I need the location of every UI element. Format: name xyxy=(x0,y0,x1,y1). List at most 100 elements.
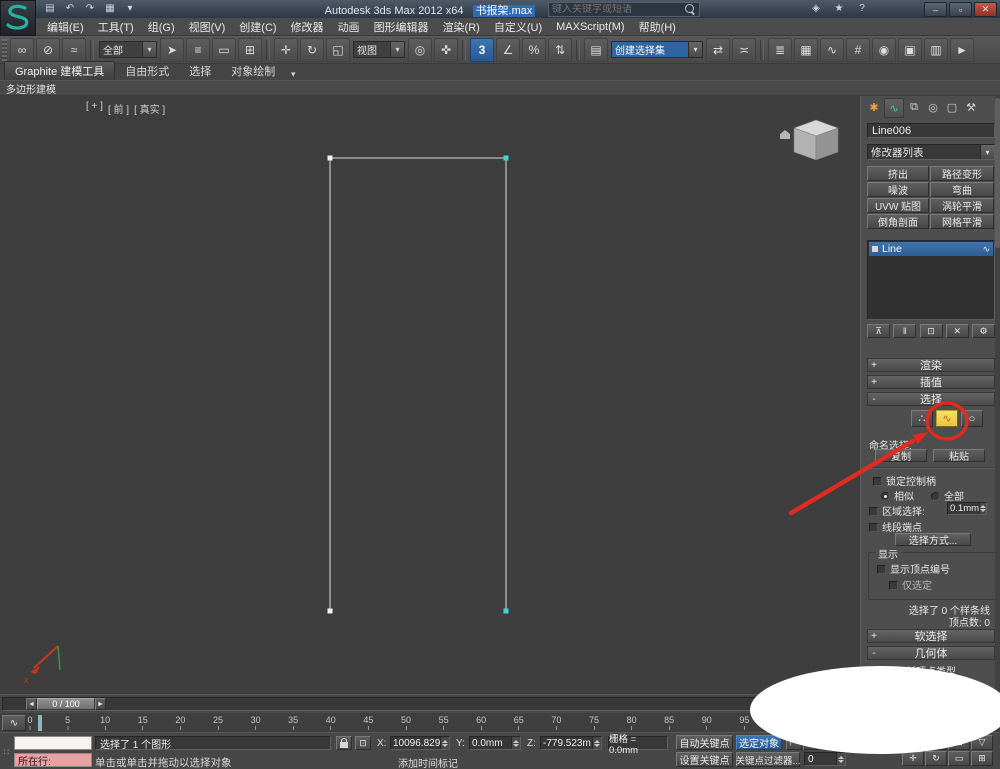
spinner-arrows-icon[interactable] xyxy=(440,737,449,749)
panel-tab-display[interactable]: ▢ xyxy=(943,98,961,116)
close-button[interactable]: ✕ xyxy=(974,2,997,17)
curve-editor-icon[interactable]: ∿ xyxy=(820,37,844,62)
paste-button[interactable]: 粘贴 xyxy=(933,449,985,463)
subobject-vertex-button[interactable]: ∴ xyxy=(911,410,933,427)
key-filters-button[interactable]: 关键点过滤器... xyxy=(736,752,800,767)
subobject-segment-button[interactable]: ∿ xyxy=(936,410,958,427)
menu-item[interactable]: 创建(C) xyxy=(232,18,283,35)
selected-mode-dropdown[interactable]: 选定对象 xyxy=(736,735,782,750)
similar-radio[interactable]: 相似 xyxy=(881,488,914,503)
y-coordinate-field[interactable]: 0.0mm xyxy=(469,736,521,750)
scrollbar-thumb[interactable] xyxy=(995,98,1000,248)
show-end-result-icon[interactable]: ‖ xyxy=(893,324,917,338)
window-crossing-icon[interactable]: ⊞ xyxy=(238,37,262,62)
expand-icon[interactable]: + xyxy=(868,360,880,371)
time-slider-handle[interactable]: ◄ 0 / 100 ► xyxy=(26,698,106,710)
select-and-link-icon[interactable]: ∞ xyxy=(10,37,34,62)
modifier-set-button[interactable]: 弯曲 xyxy=(930,182,994,197)
panel-tab-hierarchy[interactable]: ⧉ xyxy=(905,98,923,116)
minimize-button[interactable]: – xyxy=(924,2,947,17)
area-selection-checkbox[interactable]: 区域选择: xyxy=(869,503,925,518)
expand-icon[interactable]: + xyxy=(868,631,880,642)
selection-lock-toggle[interactable] xyxy=(336,736,352,750)
auto-key-button[interactable]: 自动关键点 xyxy=(676,735,733,750)
add-time-tag[interactable]: 添加时间标记 xyxy=(398,755,458,769)
rectangular-selection-region-icon[interactable]: ▭ xyxy=(212,37,236,62)
menu-item[interactable]: 编辑(E) xyxy=(40,18,91,35)
area-threshold-spinner[interactable]: 0.1mm xyxy=(947,502,987,515)
graphite-ribbon-toggle-icon[interactable]: ▦ xyxy=(794,37,818,62)
unlink-selection-icon[interactable]: ⊘ xyxy=(36,37,60,62)
menu-item[interactable]: 工具(T) xyxy=(91,18,141,35)
render-setup-icon[interactable]: ▣ xyxy=(898,37,922,62)
ribbon-tab[interactable]: 自由形式 xyxy=(115,62,179,80)
search-icon[interactable] xyxy=(685,4,694,13)
panel-tab-modify[interactable]: ∿ xyxy=(884,98,904,118)
spinner-arrows-icon[interactable] xyxy=(836,753,845,765)
modifier-set-button[interactable]: UVW 贴图 xyxy=(867,198,929,213)
menu-item[interactable]: 视图(V) xyxy=(182,18,233,35)
menu-item[interactable]: 组(G) xyxy=(141,18,182,35)
panel-tab-utilities[interactable]: ⚒ xyxy=(962,98,980,116)
z-coordinate-field[interactable]: -779.523m xyxy=(540,736,602,750)
time-slider-track[interactable] xyxy=(2,697,856,711)
select-and-scale-icon[interactable]: ◱ xyxy=(326,37,350,62)
menu-item[interactable]: 帮助(H) xyxy=(632,18,683,35)
select-by-button[interactable]: 选择方式... xyxy=(895,533,971,547)
chevron-down-icon[interactable]: ▾ xyxy=(390,42,404,57)
layer-manager-icon[interactable]: ≣ xyxy=(768,37,792,62)
modifier-set-button[interactable]: 路径变形 xyxy=(930,166,994,181)
menu-item[interactable]: 渲染(R) xyxy=(436,18,487,35)
copy-button[interactable]: 复制 xyxy=(875,449,927,463)
x-coordinate-field[interactable]: 10096.829 xyxy=(390,736,450,750)
ribbon-tab[interactable]: 对象绘制 xyxy=(221,62,285,80)
current-frame-marker[interactable] xyxy=(38,715,42,731)
panel-tab-create[interactable]: ✱ xyxy=(865,98,883,116)
collapse-icon[interactable]: - xyxy=(868,648,880,659)
spinner-arrows-icon[interactable] xyxy=(979,503,987,514)
search-input[interactable] xyxy=(549,4,683,15)
modifier-stack-item-line[interactable]: Line ∿ xyxy=(869,242,993,256)
mini-curve-editor-icon[interactable]: ∿ xyxy=(2,715,26,731)
maximize-viewport-icon[interactable]: ⊞ xyxy=(971,751,993,766)
radio-icon[interactable] xyxy=(881,492,890,501)
rollout-selection[interactable]: - 选择 xyxy=(867,392,995,406)
checkbox-icon[interactable] xyxy=(889,581,898,590)
rendered-frame-window-icon[interactable]: ▥ xyxy=(924,37,948,62)
redo-icon[interactable]: ↷ xyxy=(82,2,98,15)
viewcube-home-icon[interactable] xyxy=(780,130,790,139)
named-selection-sets-dropdown[interactable]: 创建选择集 ▾ xyxy=(611,41,703,58)
menu-item[interactable]: 图形编辑器 xyxy=(367,18,436,35)
panel-tab-motion[interactable]: ◎ xyxy=(924,98,942,116)
checkbox-icon[interactable] xyxy=(873,477,882,486)
edit-named-selection-sets-icon[interactable]: ▤ xyxy=(584,37,608,62)
rollout-rendering[interactable]: + 渲染 xyxy=(867,358,995,372)
time-slider-value[interactable]: 0 / 100 xyxy=(37,698,95,710)
align-icon[interactable]: ≍ xyxy=(732,37,756,62)
rollout-geometry[interactable]: - 几何体 xyxy=(867,646,995,660)
select-and-rotate-icon[interactable]: ↻ xyxy=(300,37,324,62)
remove-modifier-icon[interactable]: ✕ xyxy=(945,324,969,338)
spinner-arrows-icon[interactable] xyxy=(511,737,520,749)
undo-icon[interactable]: ↶ xyxy=(62,2,78,15)
restore-button[interactable]: ▫ xyxy=(949,2,972,17)
pin-stack-icon[interactable]: ⊼ xyxy=(867,324,890,338)
render-production-icon[interactable]: ► xyxy=(950,37,974,62)
save-icon[interactable]: ▤ xyxy=(42,2,58,15)
toolbar-drag-handle[interactable] xyxy=(2,38,7,61)
modifier-stack-list[interactable]: Line ∿ xyxy=(867,240,995,320)
menu-item[interactable]: 动画 xyxy=(331,18,367,35)
select-and-manipulate-icon[interactable]: ✜ xyxy=(434,37,458,62)
modifier-list-dropdown[interactable]: 修改器列表 ▾ xyxy=(867,144,995,160)
configure-modifier-sets-icon[interactable]: ⚙ xyxy=(972,324,995,338)
menu-item[interactable]: 修改器 xyxy=(284,18,331,35)
previous-frame-button[interactable]: ◄ xyxy=(26,698,37,710)
ribbon-panel-polygon-modeling[interactable]: 多边形建模 xyxy=(0,81,56,96)
spinner-snap-toggle-icon[interactable]: ⇅ xyxy=(548,37,572,62)
modifier-set-button[interactable]: 噪波 xyxy=(867,182,929,197)
qat-menu-icon[interactable]: ▾ xyxy=(122,2,138,15)
mirror-icon[interactable]: ⇄ xyxy=(706,37,730,62)
subobject-spline-button[interactable]: ○ xyxy=(961,410,983,427)
select-object-icon[interactable]: ➤ xyxy=(160,37,184,62)
percent-snap-toggle-icon[interactable]: % xyxy=(522,37,546,62)
